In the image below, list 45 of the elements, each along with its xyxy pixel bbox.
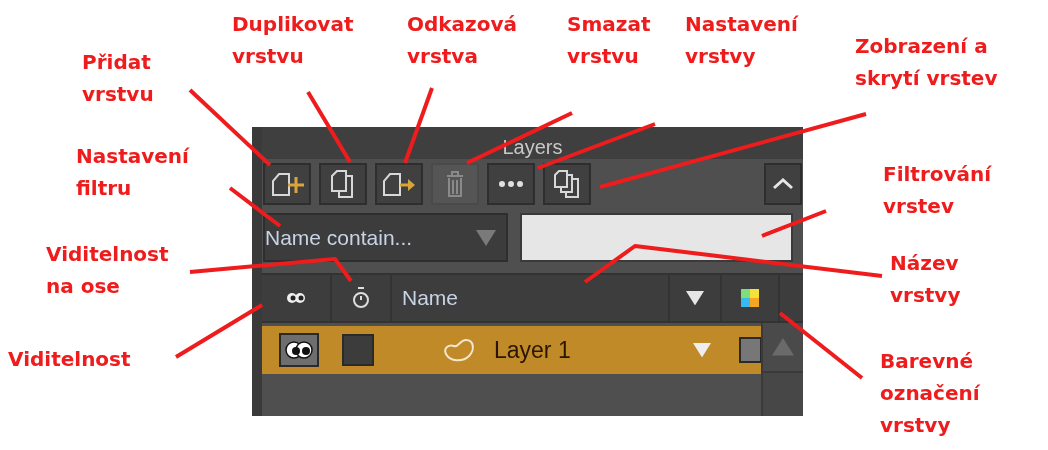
add-layer-button[interactable] [263, 163, 311, 205]
layer-row[interactable]: Layer 1 [262, 326, 761, 374]
annotation-label: Odkazová vrstva [407, 11, 518, 70]
annotation-label: Duplikovat vrstvu [232, 11, 354, 70]
annotation-label: Zobrazení a skrytí vrstev [855, 33, 998, 92]
annotation-label: Barevné označení vrstvy [880, 348, 980, 439]
show-hide-layer-button[interactable] [543, 163, 591, 205]
blob-icon [442, 336, 476, 364]
more-layer-button[interactable] [487, 163, 535, 205]
caret-icon [693, 342, 711, 358]
panel-title: Layers [502, 135, 563, 159]
search-field[interactable] [520, 213, 793, 262]
annotation-label: Nastavení filtru [76, 143, 189, 202]
filter-value: Name contain... [265, 225, 413, 250]
annotation-label: Přidat vrstvu [82, 49, 154, 108]
caret-icon [476, 229, 496, 246]
duplicate-layer-button[interactable] [319, 163, 367, 205]
chevron-up-icon [772, 178, 794, 190]
leader-line [228, 186, 282, 228]
annotation-label: Smazat vrstvu [567, 11, 651, 70]
more-icon [499, 181, 523, 187]
filter-dropdown[interactable]: Name contain... [263, 213, 508, 262]
copy-icon [330, 169, 356, 199]
new-layer-icon [270, 171, 304, 197]
leader-line [761, 209, 827, 238]
stacked-pages-icon [553, 169, 581, 199]
annotation-label: Viditelnost [8, 346, 131, 373]
reference-layer-button[interactable] [375, 163, 423, 205]
eyes-icon [286, 292, 306, 304]
name-column-header: Name [402, 286, 459, 310]
up-arrow-icon [772, 338, 794, 356]
annotation-label: Název vrstvy [890, 250, 961, 309]
caret-icon [686, 290, 704, 306]
annotation-label: Nastavení vrstvy [685, 11, 798, 70]
stopwatch-icon [352, 287, 370, 309]
trash-icon [445, 170, 465, 198]
annotation-label: Viditelnost na ose [46, 241, 169, 300]
color-grid-icon [741, 289, 759, 307]
eyes-icon [285, 341, 313, 359]
page-arrow-icon [381, 171, 417, 197]
collapse-button[interactable] [764, 163, 802, 205]
layer-name: Layer 1 [494, 336, 571, 364]
visibility-toggle[interactable] [279, 333, 319, 367]
timeline-visibility-checkbox[interactable] [342, 334, 374, 366]
annotation-label: Filtrování vrstev [883, 161, 992, 220]
